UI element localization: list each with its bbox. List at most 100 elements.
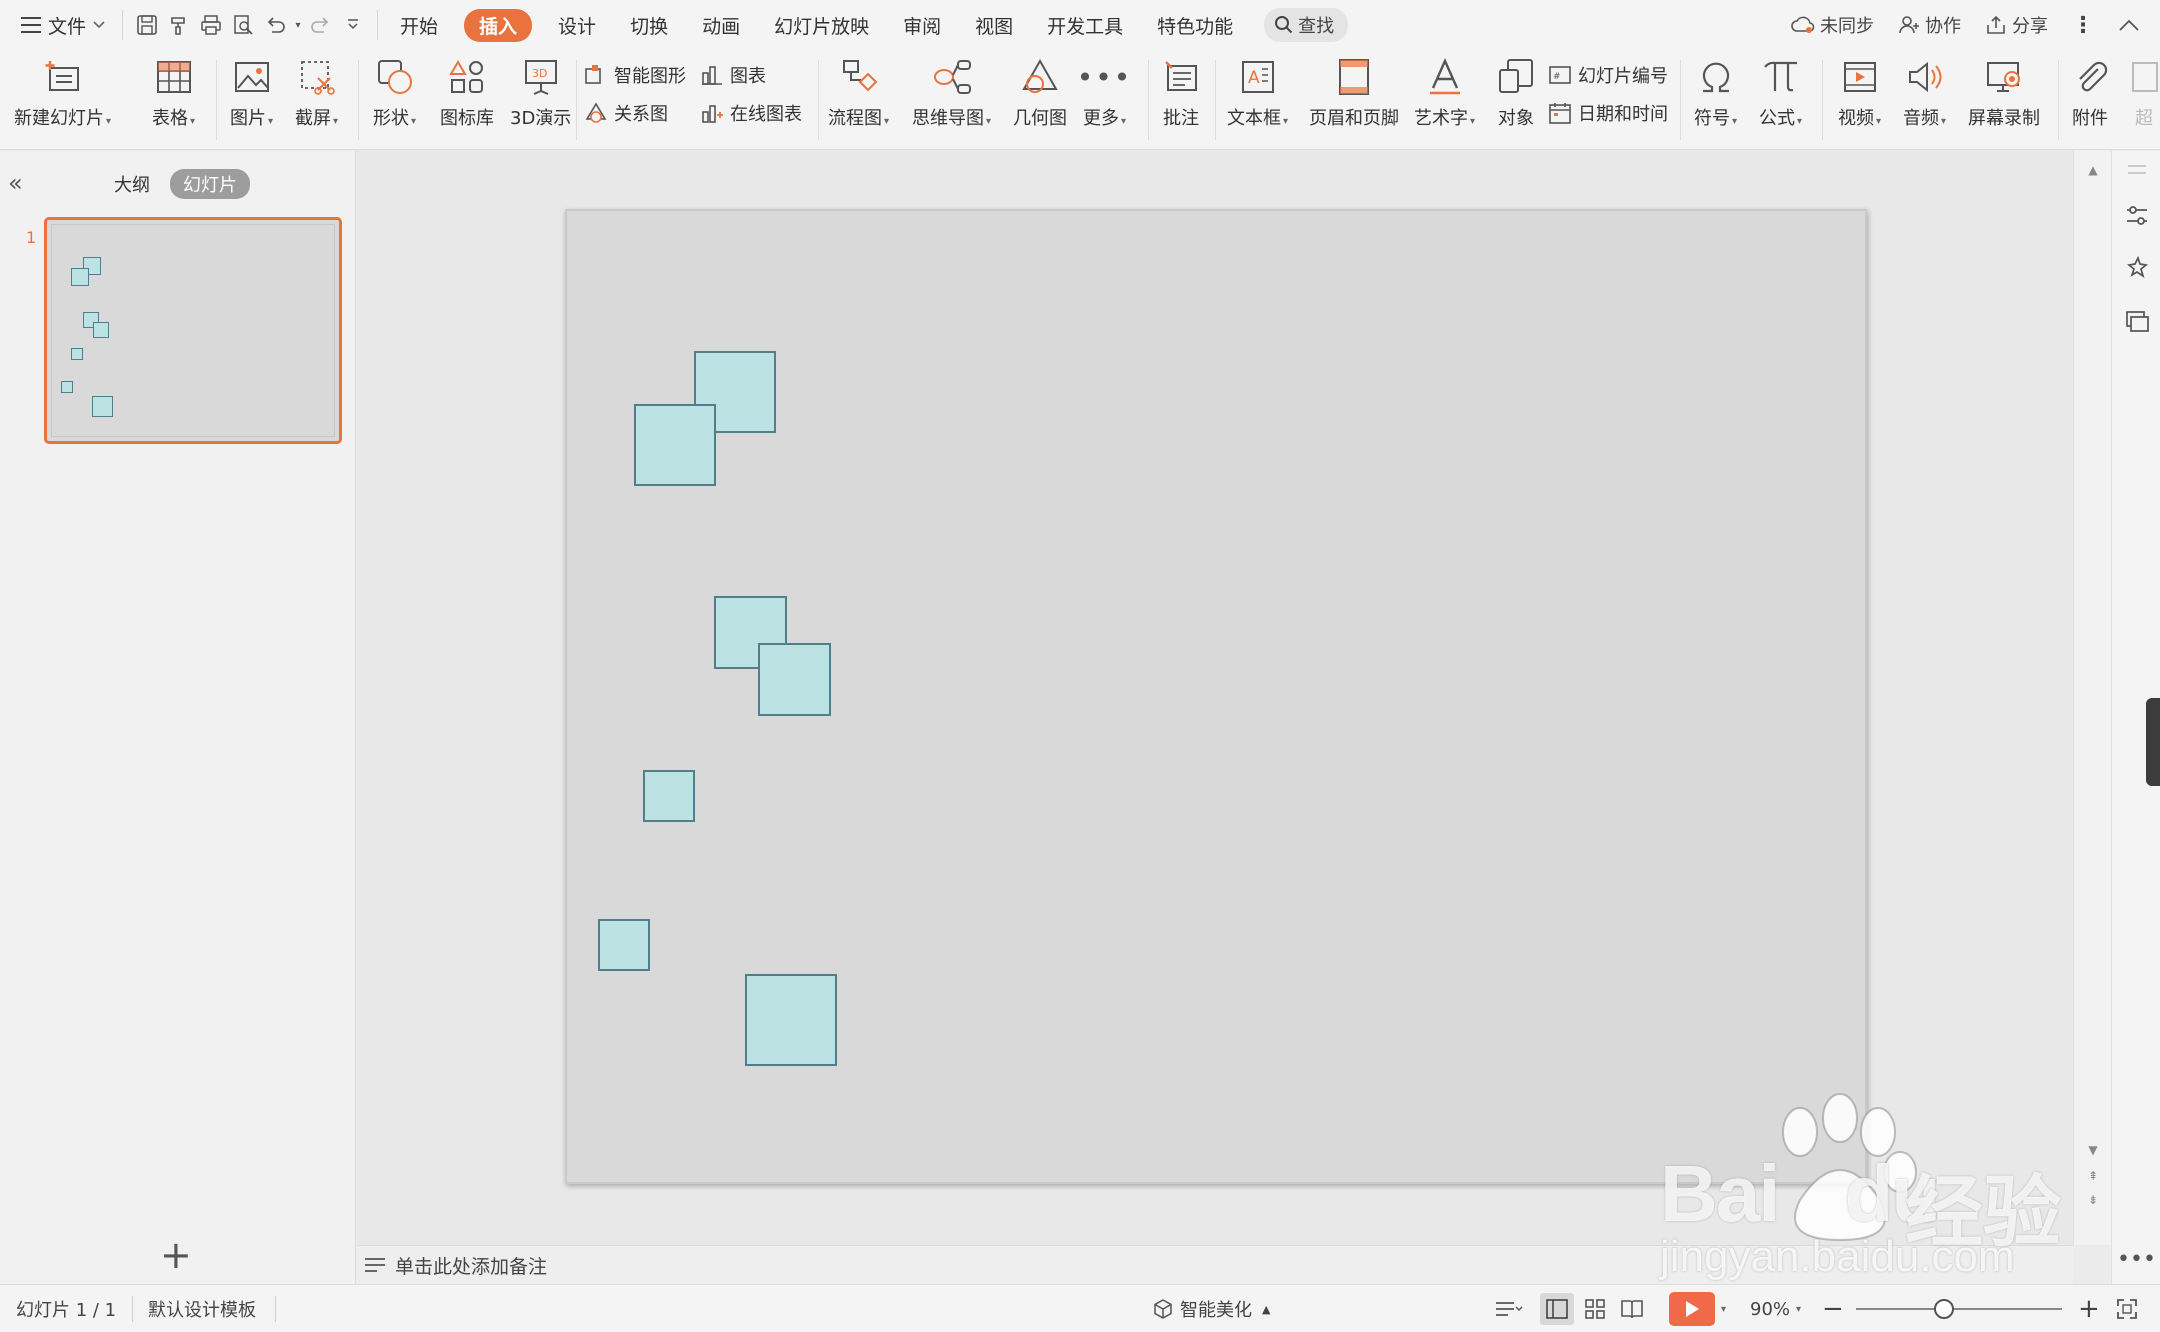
picture-button[interactable]: 图片 ▾ bbox=[230, 56, 273, 130]
smart-shape-button[interactable]: 智能图形 bbox=[584, 62, 686, 88]
divider bbox=[1680, 60, 1681, 140]
zoom-level[interactable]: 90% ▾ bbox=[1750, 1285, 1801, 1332]
collapse-ribbon-icon[interactable] bbox=[2118, 18, 2140, 32]
3d-demo-button[interactable]: 3D 3D演示 bbox=[510, 56, 571, 130]
tab-view[interactable]: 视图 bbox=[975, 12, 1013, 39]
comment-button[interactable]: 批注 bbox=[1161, 56, 1201, 130]
zoom-in-icon[interactable]: + bbox=[2078, 1285, 2100, 1332]
shape-button[interactable]: 形状 ▾ bbox=[373, 56, 416, 130]
audio-button[interactable]: 音频 ▾ bbox=[1903, 56, 1946, 130]
tab-developer[interactable]: 开发工具 bbox=[1047, 12, 1123, 39]
mindmap-label: 思维导图 bbox=[912, 108, 984, 129]
tab-design[interactable]: 设计 bbox=[558, 12, 596, 39]
tab-animation[interactable]: 动画 bbox=[702, 12, 740, 39]
square-shape[interactable] bbox=[634, 404, 716, 486]
zoom-slider-track[interactable] bbox=[1856, 1308, 2062, 1310]
reading-view-icon[interactable] bbox=[1620, 1285, 1644, 1332]
save-icon[interactable] bbox=[131, 9, 163, 41]
more-menu-icon[interactable]: ⋮ bbox=[2072, 13, 2094, 38]
share-button[interactable]: 分享 bbox=[1985, 12, 2048, 38]
screen-record-button[interactable]: 屏幕录制 bbox=[1968, 56, 2040, 130]
play-dropdown-icon[interactable]: ▾ bbox=[1721, 1304, 1726, 1315]
more-options-icon[interactable]: ••• bbox=[2112, 1247, 2160, 1272]
date-time-button[interactable]: 日期和时间 bbox=[1548, 100, 1668, 126]
square-shape[interactable] bbox=[598, 919, 650, 971]
mindmap-button[interactable]: 思维导图 ▾ bbox=[912, 56, 991, 130]
fit-window-icon[interactable] bbox=[2116, 1285, 2138, 1332]
flowchart-button[interactable]: 流程图 ▾ bbox=[828, 56, 889, 130]
zoom-slider-thumb[interactable] bbox=[1934, 1299, 1954, 1319]
file-menu[interactable]: 文件 bbox=[20, 12, 106, 39]
shape-label: 形状 bbox=[373, 108, 409, 129]
zoom-out-icon[interactable]: − bbox=[1822, 1285, 1844, 1332]
tab-outline[interactable]: 大纲 bbox=[114, 171, 150, 197]
vertical-scrollbar[interactable]: ▲ ▼ ⇞ ⇟ bbox=[2073, 151, 2111, 1245]
attachment-button[interactable]: 附件 bbox=[2070, 56, 2110, 130]
template-name[interactable]: 默认设计模板 bbox=[148, 1285, 256, 1332]
wordart-button[interactable]: 艺术字 ▾ bbox=[1414, 56, 1475, 130]
tab-review[interactable]: 审阅 bbox=[903, 12, 941, 39]
formula-button[interactable]: 公式 ▾ bbox=[1759, 56, 1802, 130]
slide-thumbnail[interactable] bbox=[44, 217, 342, 444]
redo-icon[interactable] bbox=[305, 9, 337, 41]
paperclip-icon bbox=[2070, 56, 2110, 98]
chart-button[interactable]: 图表 bbox=[700, 62, 766, 88]
new-slide-button[interactable]: 新建幻灯片 ▾ bbox=[14, 56, 111, 130]
print-icon[interactable] bbox=[195, 9, 227, 41]
symbol-button[interactable]: 符号 ▾ bbox=[1694, 56, 1737, 130]
sidebar-handle[interactable] bbox=[2146, 698, 2160, 786]
notes-toggle-icon[interactable] bbox=[1494, 1285, 1524, 1332]
slide-number-button[interactable]: # 幻灯片编号 bbox=[1548, 62, 1668, 88]
textbox-button[interactable]: A 文本框 ▾ bbox=[1227, 56, 1288, 130]
screenshot-button[interactable]: 截屏 ▾ bbox=[295, 56, 338, 130]
audio-label: 音频 bbox=[1903, 108, 1939, 129]
animation-star-icon[interactable] bbox=[2112, 255, 2160, 281]
relation-diagram-button[interactable]: 关系图 bbox=[584, 100, 668, 126]
smart-shape-icon bbox=[585, 65, 601, 84]
tab-special-features[interactable]: 特色功能 bbox=[1157, 12, 1233, 39]
date-time-label: 日期和时间 bbox=[1578, 104, 1668, 125]
undo-icon[interactable] bbox=[259, 9, 291, 41]
slide[interactable] bbox=[565, 209, 1867, 1184]
object-button[interactable]: 对象 bbox=[1496, 56, 1536, 130]
square-shape[interactable] bbox=[745, 974, 837, 1066]
tab-home[interactable]: 开始 bbox=[400, 12, 438, 39]
slide-number-icon: # bbox=[1549, 66, 1571, 84]
print-preview-icon[interactable] bbox=[227, 9, 259, 41]
square-shape[interactable] bbox=[758, 643, 831, 716]
divider bbox=[1822, 60, 1823, 140]
icon-library-button[interactable]: 图标库 bbox=[440, 56, 494, 130]
online-chart-button[interactable]: 在线图表 bbox=[700, 100, 802, 126]
smart-beautify-button[interactable]: 智能美化 ▲ bbox=[1152, 1285, 1270, 1332]
slide-sorter-icon[interactable] bbox=[1584, 1285, 1606, 1332]
play-slideshow-button[interactable]: ▾ bbox=[1669, 1285, 1726, 1332]
tab-transitions[interactable]: 切换 bbox=[630, 12, 668, 39]
more-button[interactable]: ••• 更多 ▾ bbox=[1077, 56, 1131, 130]
normal-view-icon[interactable] bbox=[1540, 1285, 1574, 1332]
tab-insert[interactable]: 插入 bbox=[464, 8, 533, 42]
search-box[interactable]: 查找 bbox=[1264, 8, 1349, 42]
header-footer-button[interactable]: 页眉和页脚 bbox=[1309, 56, 1399, 130]
add-slide-button[interactable]: + bbox=[160, 1233, 192, 1277]
overflow-button[interactable]: 超 bbox=[2124, 56, 2160, 130]
collaborate-button[interactable]: 协作 bbox=[1898, 12, 1961, 38]
previous-slide-icon[interactable]: ⇞ bbox=[2074, 1169, 2112, 1183]
table-button[interactable]: 表格 ▾ bbox=[152, 56, 195, 130]
slide-transition-icon[interactable] bbox=[2112, 309, 2160, 335]
scroll-down-icon[interactable]: ▼ bbox=[2074, 1143, 2112, 1157]
sync-status[interactable]: 未同步 bbox=[1791, 12, 1874, 38]
tab-slides[interactable]: 幻灯片 bbox=[170, 169, 250, 199]
customize-toolbar-icon[interactable] bbox=[337, 9, 369, 41]
square-shape[interactable] bbox=[643, 770, 695, 822]
collapse-panel-icon[interactable]: « bbox=[8, 169, 23, 197]
geometry-button[interactable]: 几何图 bbox=[1013, 56, 1067, 130]
undo-dropdown-icon[interactable]: ▾ bbox=[291, 9, 305, 41]
format-painter-icon[interactable] bbox=[163, 9, 195, 41]
cube-icon bbox=[1154, 1299, 1172, 1319]
next-slide-icon[interactable]: ⇟ bbox=[2074, 1193, 2112, 1207]
properties-icon[interactable] bbox=[2112, 203, 2160, 229]
tab-slideshow[interactable]: 幻灯片放映 bbox=[774, 12, 869, 39]
calendar-icon bbox=[1549, 103, 1571, 124]
scroll-up-icon[interactable]: ▲ bbox=[2074, 163, 2112, 177]
video-button[interactable]: 视频 ▾ bbox=[1838, 56, 1881, 130]
